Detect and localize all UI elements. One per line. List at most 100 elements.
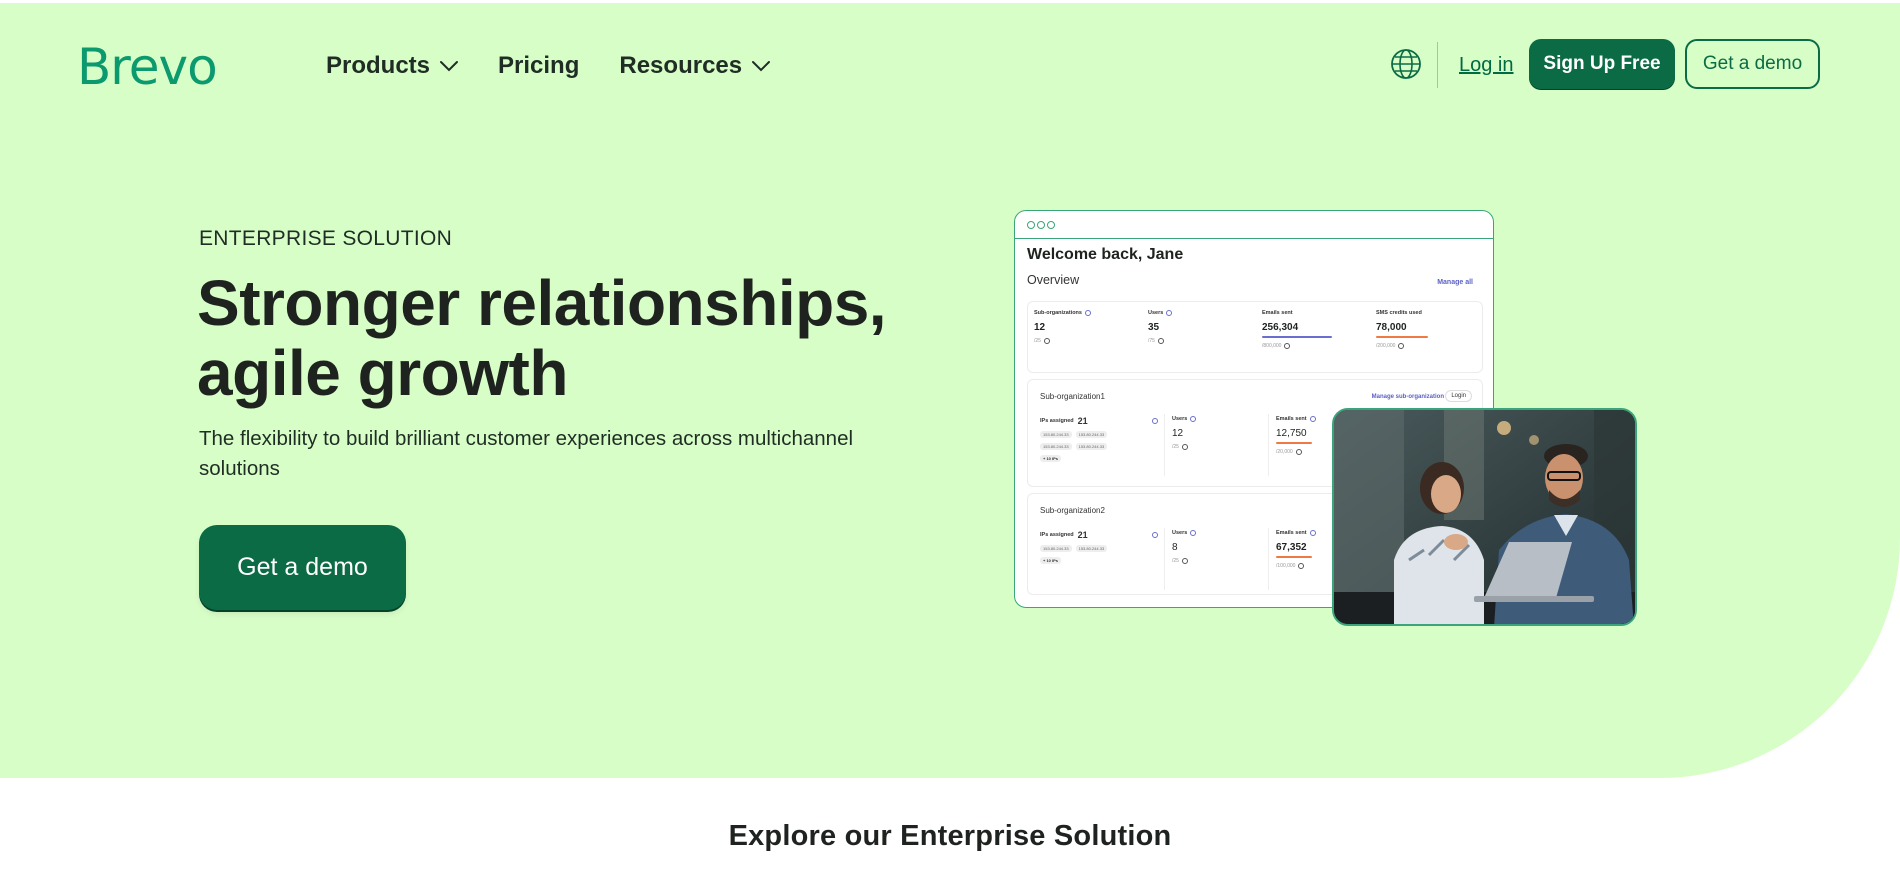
suborg-login-button: Login (1445, 390, 1472, 402)
ips-block: IPs assigned 21 153.80.244.33 153.80.244.… (1040, 416, 1158, 462)
emails-progress-bar (1276, 556, 1312, 558)
headline-line-2: agile growth (197, 337, 568, 409)
nav-label: Products (326, 52, 431, 79)
stat-users: Users 35 /75 (1148, 310, 1258, 344)
hero-subtext: The flexibility to build brilliant custo… (199, 427, 854, 480)
header-divider (1437, 42, 1438, 88)
globe-icon[interactable] (1390, 48, 1422, 80)
info-icon (1284, 343, 1291, 349)
ip-chip: 153.80.244.33 (1040, 443, 1072, 450)
sms-progress-bar (1376, 336, 1428, 338)
stat-label: SMS credits used (1376, 310, 1422, 316)
stat-value: 12 (1034, 322, 1046, 333)
info-icon (1166, 310, 1173, 316)
ip-chip: 153.80.244.33 (1075, 431, 1108, 438)
stat-label: Emails sent (1276, 530, 1307, 536)
info-icon (1152, 532, 1158, 538)
get-demo-header-button[interactable]: Get a demo (1685, 39, 1820, 89)
login-link[interactable]: Log in (1459, 54, 1514, 77)
stat-sub: /25 (1034, 338, 1041, 344)
nav-label: Pricing (498, 52, 580, 79)
ips-value: 21 (1077, 416, 1088, 426)
stat-sub: /800,000 (1262, 343, 1282, 349)
stat-label: Sub-organizations (1034, 310, 1082, 316)
nav-item-products[interactable]: Products (326, 52, 459, 80)
ips-block: IPs assigned 21 153.80.244.33 153.80.244.… (1040, 530, 1158, 564)
manage-suborg-link: Manage sub-organization (1371, 394, 1444, 400)
info-icon (1152, 418, 1158, 424)
ips-value: 21 (1077, 530, 1088, 540)
stat-sms: SMS credits used 78,000 /200,000 (1376, 310, 1486, 349)
stat-value: 256,304 (1262, 322, 1299, 333)
chevron-down-icon (440, 61, 459, 72)
stat-sub: /25 (1172, 444, 1179, 450)
stat-label: Users (1148, 310, 1164, 316)
info-icon (1181, 558, 1188, 564)
info-icon (1309, 530, 1316, 536)
ip-chip: 153.80.244.33 (1040, 431, 1072, 438)
brevo-logo[interactable]: Brevo (77, 38, 218, 96)
stat-value: 12 (1172, 428, 1184, 439)
info-icon (1298, 563, 1305, 569)
info-icon (1190, 530, 1197, 536)
info-icon (1190, 416, 1197, 422)
stat-sub: /20,000 (1276, 449, 1293, 455)
people-illustration (1334, 410, 1635, 624)
stat-value: 35 (1148, 322, 1160, 333)
stat-value: 8 (1172, 542, 1178, 553)
stat-label: Users (1172, 416, 1188, 422)
stat-label: Emails sent (1262, 310, 1293, 316)
ip-chip: 153.80.244.33 (1075, 443, 1108, 450)
window-dot-icon (1047, 220, 1055, 229)
stat-label: Emails sent (1276, 416, 1307, 422)
ip-chip: 153.80.244.33 (1040, 545, 1072, 552)
suborg-title: Sub-organization1 (1040, 392, 1105, 401)
suborg-users: Users 8 /25 (1172, 530, 1282, 564)
nav-item-pricing[interactable]: Pricing (498, 52, 579, 80)
hero-headline: Stronger relationships, agile growth (197, 268, 957, 408)
ip-more-chip: + 10 IPs (1040, 557, 1062, 564)
explore-section-title: Explore our Enterprise Solution (728, 820, 1172, 852)
hero-photo (1332, 408, 1637, 626)
divider (1268, 414, 1269, 476)
nav-item-resources[interactable]: Resources (619, 52, 771, 80)
stat-label: Users (1172, 530, 1188, 536)
emails-progress-bar (1262, 336, 1332, 338)
info-icon (1295, 449, 1302, 455)
headline-line-1: Stronger relationships, (197, 267, 887, 339)
ips-label: IPs assigned (1040, 532, 1074, 538)
info-icon (1398, 343, 1405, 349)
stat-sub: /200,000 (1376, 343, 1396, 349)
suborg-title: Sub-organization2 (1040, 506, 1105, 515)
ips-label: IPs assigned (1040, 418, 1074, 424)
stat-sub: /100,000 (1276, 563, 1296, 569)
divider (1164, 528, 1165, 590)
hero-section: Brevo Products Pricing Resources Log in … (0, 0, 1900, 778)
ip-chip: 153.80.244.33 (1075, 545, 1108, 552)
sign-up-button[interactable]: Sign Up Free (1529, 39, 1675, 89)
stat-sub: /75 (1148, 338, 1155, 344)
dashboard-overview-title: Overview (1027, 273, 1080, 287)
stat-sub: /25 (1172, 558, 1179, 564)
info-icon (1157, 338, 1164, 344)
chevron-down-icon (752, 61, 771, 72)
divider (1164, 414, 1165, 476)
divider (1268, 528, 1269, 590)
info-icon (1309, 416, 1316, 422)
suborg-users: Users 12 /25 (1172, 416, 1282, 450)
window-dot-icon (1027, 220, 1035, 229)
main-nav: Products Pricing Resources (326, 52, 810, 80)
emails-progress-bar (1276, 442, 1312, 444)
info-icon (1043, 338, 1050, 344)
stat-value: 78,000 (1376, 322, 1407, 333)
stat-emails: Emails sent 256,304 /800,000 (1262, 310, 1372, 349)
ip-more-chip: + 10 IPs (1040, 455, 1062, 462)
overview-panel: Sub-organizations 12 /25 Users 35 /75 Em… (1027, 301, 1483, 373)
manage-all-link: Manage all (1437, 279, 1473, 286)
dashboard-welcome: Welcome back, Jane (1027, 246, 1184, 263)
window-dot-icon (1037, 220, 1045, 229)
hero-eyebrow: ENTERPRISE SOLUTION (199, 227, 453, 250)
window-bar (1015, 211, 1493, 239)
info-icon (1181, 444, 1188, 450)
get-demo-hero-button[interactable]: Get a demo (199, 525, 406, 610)
